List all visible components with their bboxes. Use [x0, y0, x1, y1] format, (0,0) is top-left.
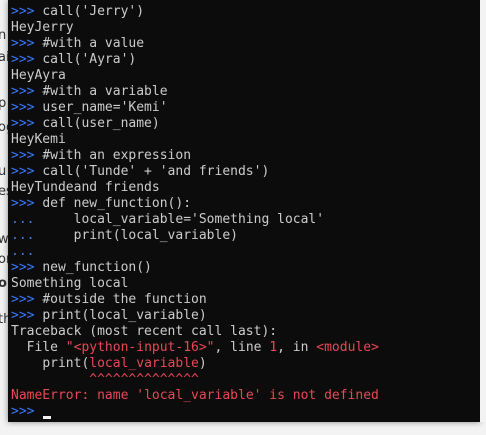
- error-message: : name 'local_variable' is not defined: [81, 388, 379, 403]
- error-line: NameError: name 'local_variable' is not …: [11, 388, 379, 404]
- prompt: >>>: [11, 84, 43, 99]
- terminal-line: ...: [11, 244, 34, 260]
- terminal-line: >>> call('Jerry'): [11, 4, 144, 20]
- background-text: o: [0, 276, 7, 291]
- prompt: >>>: [11, 4, 43, 19]
- terminal-line: HeyTundeand friends: [11, 180, 160, 196]
- background-text: n: [0, 28, 7, 43]
- terminal-line: >>> user_name='Kemi': [11, 100, 168, 116]
- line-text: user_name='Kemi': [42, 100, 168, 115]
- prompt: >>>: [11, 116, 43, 131]
- terminal-line: ... local_variable='Something local': [11, 212, 324, 228]
- terminal-line: >>> call('Ayra'): [11, 52, 136, 68]
- prompt: >>>: [11, 404, 43, 419]
- terminal-line: >>> #with a value: [11, 36, 144, 52]
- terminal-line: >>> new_function(): [11, 260, 152, 276]
- traceback-caret-line: ^^^^^^^^^^^^^^: [11, 372, 199, 388]
- line-text: print(local_variable): [42, 228, 238, 243]
- line-text: Traceback (most recent call last):: [11, 324, 278, 339]
- error-class: NameError: [11, 388, 82, 403]
- input-line[interactable]: >>>: [11, 404, 42, 420]
- line-text: new_function(): [42, 260, 152, 275]
- carets: ^^^^^^^^^^^^^^: [89, 372, 199, 387]
- code-post: ): [198, 356, 207, 371]
- line-text: HeyJerry: [11, 20, 74, 35]
- terminal-line: Something local: [11, 276, 128, 292]
- line-text: #with an expression: [42, 148, 192, 163]
- prompt: >>>: [11, 148, 43, 163]
- in-sep: , in: [277, 340, 317, 355]
- prompt: ...: [11, 212, 43, 227]
- traceback-code-line: print(local_variable): [11, 356, 207, 372]
- terminal-line: >>> call('Tunde' + 'and friends'): [11, 164, 269, 180]
- terminal-line: HeyJerry: [11, 20, 74, 36]
- window-edge: [480, 0, 486, 422]
- terminal-line: >>> call(user_name): [11, 116, 160, 132]
- line-text: print(local_variable): [42, 308, 207, 323]
- prompt: >>>: [11, 100, 43, 115]
- terminal-line: >>> def new_function():: [11, 196, 191, 212]
- line-text: def new_function():: [42, 196, 192, 211]
- line-text: Something local: [11, 276, 129, 291]
- prompt: >>>: [11, 164, 43, 179]
- prompt: >>>: [11, 260, 43, 275]
- terminal-line: >>> #with an expression: [11, 148, 191, 164]
- background-text: p: [0, 96, 7, 111]
- file-name: "<python-input-16>": [65, 340, 215, 355]
- module-name: <module>: [316, 340, 379, 355]
- code-pre: print(: [42, 356, 90, 371]
- prompt: >>>: [11, 308, 43, 323]
- line-text: HeyKemi: [11, 132, 66, 147]
- prompt: >>>: [11, 292, 43, 307]
- line-text: HeyTundeand friends: [11, 180, 160, 195]
- traceback-header: Traceback (most recent call last):: [11, 324, 277, 340]
- terminal-line: >>> #outside the function: [11, 292, 207, 308]
- prompt: ...: [11, 228, 43, 243]
- line-text: #outside the function: [42, 292, 207, 307]
- text-cursor: [43, 416, 51, 419]
- terminal-line: HeyKemi: [11, 132, 66, 148]
- line-text: call('Jerry'): [42, 4, 145, 19]
- line-text: local_variable='Something local': [42, 212, 325, 227]
- line-number: 1: [269, 340, 278, 355]
- prompt: >>>: [11, 52, 43, 67]
- terminal-line: ... print(local_variable): [11, 228, 238, 244]
- traceback-file-line: File "<python-input-16>", line 1, in <mo…: [11, 340, 379, 356]
- prompt: ...: [11, 244, 35, 259]
- line-text: HeyAyra: [11, 68, 66, 83]
- prompt: >>>: [11, 36, 43, 51]
- terminal-window[interactable]: >>> call('Jerry') HeyJerry >>> #with a v…: [8, 0, 480, 422]
- line-text: #with a value: [42, 36, 145, 51]
- terminal-line: >>> #with a variable: [11, 84, 168, 100]
- line-sep: , line: [214, 340, 270, 355]
- background-text: u: [0, 164, 7, 179]
- line-text: call('Ayra'): [42, 52, 137, 67]
- caret-indent: [11, 372, 89, 387]
- terminal-line: >>> print(local_variable): [11, 308, 207, 324]
- line-text: #with a variable: [42, 84, 168, 99]
- terminal-line: HeyAyra: [11, 68, 66, 84]
- line-text: call(user_name): [42, 116, 160, 131]
- line-text: call('Tunde' + 'and friends'): [42, 164, 270, 179]
- file-prefix: File: [11, 340, 66, 355]
- prompt: >>>: [11, 196, 43, 211]
- code-highlight: local_variable: [89, 356, 199, 371]
